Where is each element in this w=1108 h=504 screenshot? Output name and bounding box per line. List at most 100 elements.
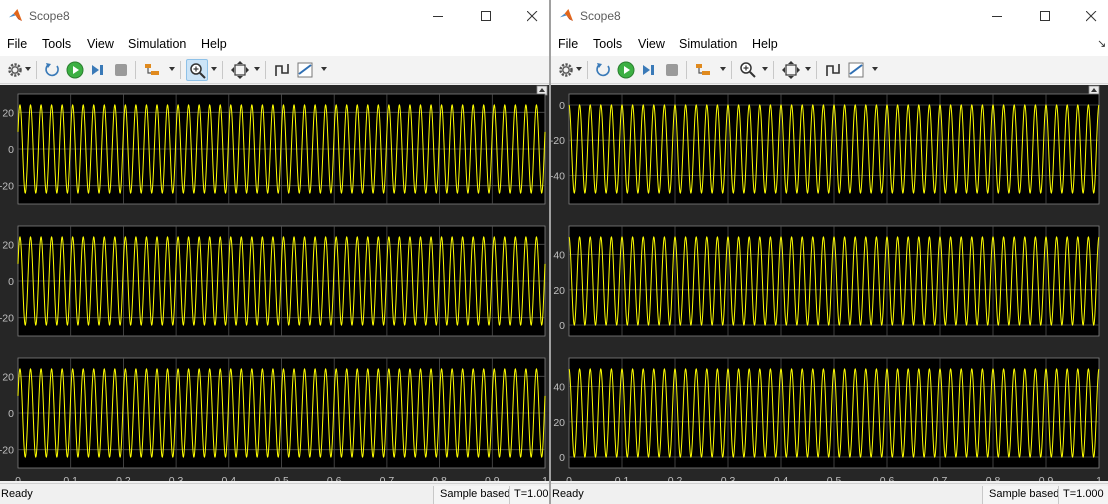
dropdown-arrow-icon[interactable] [211,67,217,71]
autoscale-button[interactable] [780,59,802,81]
x-tick-label: 0.7 [380,475,395,481]
x-tick-label: 0.8 [432,475,447,481]
triggers-button[interactable] [271,59,293,81]
menu-bar: File Tools View Simulation Help ↘ [551,32,1108,56]
menu-overflow-icon[interactable]: ↘ [1097,37,1106,50]
step-forward-button[interactable] [87,59,109,81]
menu-view[interactable]: View [87,37,114,51]
scope-axes-2[interactable]: 20 0 -20 [0,225,546,337]
x-tick-label: 0.2 [116,475,131,481]
step-forward-icon [92,65,103,75]
settings-button[interactable] [4,59,26,81]
menu-view[interactable]: View [638,37,665,51]
dropdown-arrow-icon[interactable] [872,67,878,71]
run-button[interactable] [615,59,637,81]
scope-axes-2[interactable]: 40 20 0 [553,225,1100,337]
y-tick-label: -20 [0,313,14,325]
settings-gear-icon [559,63,573,77]
signal-select-button[interactable] [141,59,163,81]
y-tick-label: -40 [551,170,565,182]
x-tick-label: 0.4 [221,475,236,481]
signal-select-button[interactable] [692,59,714,81]
step-back-button[interactable] [42,59,64,81]
close-button[interactable] [512,0,549,32]
menu-help[interactable]: Help [201,37,227,51]
autoscale-icon [782,61,800,79]
dropdown-arrow-icon[interactable] [254,67,260,71]
toolbar-separator [773,61,774,79]
scope-axes-1[interactable]: 0 -20 -40 [551,93,1100,205]
sample-mode-label: Sample based [433,486,517,504]
step-forward-icon [643,65,654,75]
toolbar-separator [180,61,181,79]
maximize-icon [480,10,491,21]
x-tick-label: 0.1 [63,475,78,481]
menu-tools[interactable]: Tools [42,37,71,51]
step-back-icon [596,63,610,77]
toolbar [551,56,1108,84]
dropdown-arrow-icon[interactable] [576,67,582,71]
menu-simulation[interactable]: Simulation [679,37,737,51]
step-back-button[interactable] [593,59,615,81]
scope-axes-3[interactable]: 40 20 0 [553,357,1100,469]
y-tick-label: 0 [8,276,14,288]
dropdown-arrow-icon[interactable] [805,67,811,71]
stop-button[interactable] [110,59,132,81]
x-tick-label: 0.6 [880,475,895,481]
triggers-icon [826,64,840,76]
scope-display: 0 -20 -40 40 20 0 40 20 0 0 0.1 0.2 0.3 0.4 0.5 0.6 0.7 0… [551,85,1108,481]
y-tick-label: 0 [559,452,565,464]
y-tick-label: 40 [553,250,565,262]
menu-file[interactable]: File [558,37,578,51]
close-icon [526,10,537,21]
settings-button[interactable] [555,59,577,81]
sample-mode-label: Sample based [982,486,1066,504]
maximize-button[interactable] [1025,0,1065,32]
toolbar-separator [222,61,223,79]
y-tick-label: 20 [2,371,14,383]
settings-gear-icon [8,63,22,77]
minimize-button[interactable] [977,0,1017,32]
run-button[interactable] [64,59,86,81]
toolbar-separator [135,61,136,79]
stop-button[interactable] [661,59,683,81]
x-tick-label: 0 [566,475,572,481]
x-tick-label: 0.5 [827,475,842,481]
autoscale-button[interactable] [229,59,251,81]
scope-axes-3[interactable]: 20 0 -20 [0,357,546,469]
minimize-button[interactable] [418,0,458,32]
dropdown-arrow-icon[interactable] [321,67,327,71]
desktop: Scope8 File Tools View Simulation Help 2… [0,0,1108,504]
dropdown-arrow-icon[interactable] [25,67,31,71]
measurements-button[interactable] [845,59,867,81]
zoom-in-button[interactable] [737,59,759,81]
y-tick-label: -20 [0,181,14,193]
stop-icon [115,64,127,76]
zoom-in-icon [740,62,756,78]
menu-help[interactable]: Help [752,37,778,51]
menu-tools[interactable]: Tools [593,37,622,51]
y-tick-label: 20 [553,417,565,429]
scope-axes-1[interactable]: 20 0 -20 [0,93,546,205]
title-bar[interactable]: Scope8 [0,0,549,32]
dropdown-arrow-icon[interactable] [169,67,175,71]
close-button[interactable] [1071,0,1108,32]
dropdown-arrow-icon[interactable] [762,67,768,71]
triggers-button[interactable] [822,59,844,81]
step-forward-button[interactable] [638,59,660,81]
x-tick-label: 1 [1096,475,1102,481]
maximize-icon [1039,10,1050,21]
x-tick-label: 0.7 [933,475,948,481]
dropdown-arrow-icon[interactable] [720,67,726,71]
run-icon [617,61,635,79]
status-text: Ready [1,488,33,500]
menu-simulation[interactable]: Simulation [128,37,186,51]
toolbar-separator [816,61,817,79]
menu-file[interactable]: File [7,37,27,51]
zoom-in-button[interactable] [186,59,208,81]
maximize-button[interactable] [466,0,506,32]
title-bar[interactable]: Scope8 [551,0,1108,32]
measurements-button[interactable] [294,59,316,81]
measurements-icon [848,62,864,78]
toolbar-separator [686,61,687,79]
